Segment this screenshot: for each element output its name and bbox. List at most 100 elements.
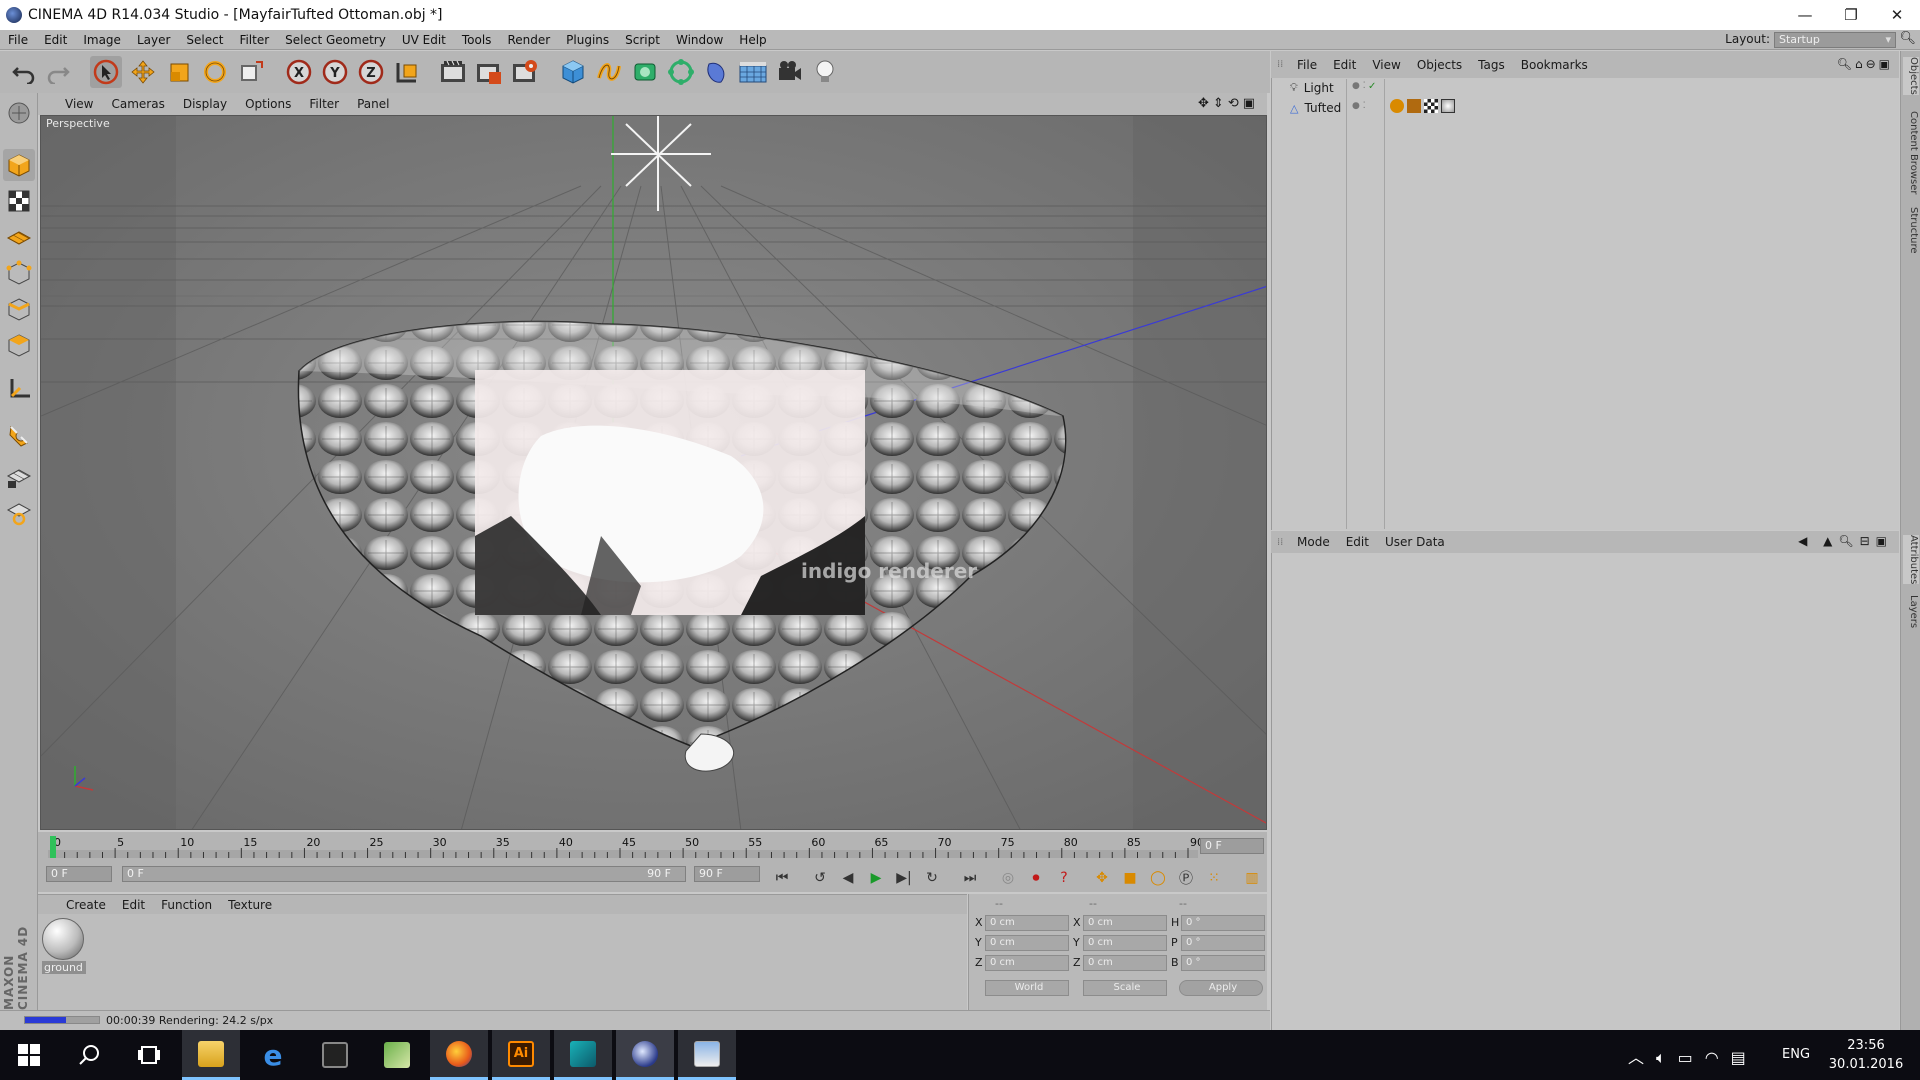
nurbs-icon[interactable]: [629, 56, 661, 88]
key-rotation-icon[interactable]: ◯: [1146, 866, 1170, 890]
auto-keying-icon[interactable]: ⏺: [1024, 866, 1048, 890]
viewport-navigation-icons[interactable]: ✥⇕⟲▣: [1198, 96, 1259, 111]
previous-frame-icon[interactable]: ◀: [836, 866, 860, 890]
viewport-menu-filter[interactable]: Filter: [300, 97, 348, 111]
rotate-icon[interactable]: [199, 56, 231, 88]
key-scale-icon[interactable]: ■: [1118, 866, 1142, 890]
terminal-icon[interactable]: [306, 1030, 364, 1080]
rotation-p-field[interactable]: 0 °: [1181, 935, 1265, 951]
viewport-menu-cameras[interactable]: Cameras: [102, 97, 173, 111]
scale-icon[interactable]: [163, 56, 195, 88]
object-menu-file[interactable]: File: [1289, 58, 1325, 72]
texture-mode-icon[interactable]: [3, 185, 35, 217]
illustrator-icon[interactable]: Ai: [492, 1030, 550, 1080]
move-icon[interactable]: [127, 56, 159, 88]
edges-mode-icon[interactable]: [3, 293, 35, 325]
next-frame-icon[interactable]: ▶|: [892, 866, 916, 890]
previous-key-icon[interactable]: ↺: [808, 866, 832, 890]
spline-icon[interactable]: [593, 56, 625, 88]
menu-file[interactable]: File: [0, 33, 36, 47]
apply-button[interactable]: Apply: [1179, 980, 1263, 996]
object-row-tufted[interactable]: △ Tufted: [1290, 101, 1341, 115]
size-z-field[interactable]: 0 cm: [1083, 955, 1167, 971]
playhead[interactable]: [50, 836, 56, 858]
layout-dropdown[interactable]: Startup: [1774, 32, 1896, 48]
attribute-menu-edit[interactable]: Edit: [1338, 535, 1377, 549]
coordinate-mode-dropdown[interactable]: Scale: [1083, 980, 1167, 996]
camera-icon[interactable]: [773, 56, 805, 88]
tab-attributes[interactable]: Attributes: [1903, 535, 1919, 585]
object-menu-view[interactable]: View: [1364, 58, 1408, 72]
material-menu-create[interactable]: Create: [58, 898, 114, 912]
render-region-icon[interactable]: [235, 56, 267, 88]
position-x-field[interactable]: 0 cm: [985, 915, 1069, 931]
position-z-field[interactable]: 0 cm: [985, 955, 1069, 971]
deformer-icon[interactable]: [701, 56, 733, 88]
light-icon[interactable]: [809, 56, 841, 88]
rotation-h-field[interactable]: 0 °: [1181, 915, 1265, 931]
tab-layers[interactable]: Layers: [1903, 595, 1919, 628]
menu-layer[interactable]: Layer: [129, 33, 178, 47]
viewport-menu-display[interactable]: Display: [174, 97, 236, 111]
viewport-menu-options[interactable]: Options: [236, 97, 300, 111]
timeline-ruler[interactable]: 0 5 10 15 20 25 30 35 40 45 50 55 60 65 70 75 80 85 90 0 F: [38, 832, 1267, 860]
play-forward-icon[interactable]: ▶: [864, 866, 888, 890]
object-menu-edit[interactable]: Edit: [1325, 58, 1364, 72]
coordinate-system-icon[interactable]: [391, 56, 423, 88]
viewport-menu-view[interactable]: View: [56, 97, 102, 111]
scene-floor-icon[interactable]: [737, 56, 769, 88]
firefox-icon[interactable]: [430, 1030, 488, 1080]
visibility-dots-icon[interactable]: ● ⁚: [1352, 101, 1366, 111]
tab-structure[interactable]: Structure: [1903, 207, 1919, 254]
workplane-lock-icon[interactable]: [3, 461, 35, 493]
cube-primitive-icon[interactable]: [557, 56, 589, 88]
snap-magnet-icon[interactable]: [3, 419, 35, 451]
key-parameter-icon[interactable]: Ⓟ: [1174, 866, 1198, 890]
menu-image[interactable]: Image: [75, 33, 129, 47]
menu-window[interactable]: Window: [668, 33, 731, 47]
preview-range-slider[interactable]: 0 F 90 F: [122, 866, 686, 882]
next-key-icon[interactable]: ↻: [920, 866, 944, 890]
task-view-icon[interactable]: [120, 1030, 178, 1080]
array-icon[interactable]: [665, 56, 697, 88]
object-menu-tags[interactable]: Tags: [1470, 58, 1513, 72]
keyframe-selection-icon[interactable]: ?: [1052, 866, 1076, 890]
clock[interactable]: 23:56 30.01.2016: [1824, 1036, 1908, 1074]
start-icon[interactable]: [0, 1030, 58, 1080]
workplane-rotate-icon[interactable]: [3, 497, 35, 529]
object-row-light[interactable]: 💡︎ Light: [1290, 81, 1334, 95]
current-frame-field[interactable]: 0 F: [1200, 838, 1264, 854]
size-x-field[interactable]: 0 cm: [1083, 915, 1167, 931]
photo-icon[interactable]: [368, 1030, 426, 1080]
edge-icon[interactable]: e: [244, 1030, 302, 1080]
make-editable-icon[interactable]: [3, 97, 35, 129]
points-mode-icon[interactable]: [3, 257, 35, 289]
render-picture-viewer-icon[interactable]: [473, 56, 505, 88]
attribute-menu-mode[interactable]: Mode: [1289, 535, 1338, 549]
texture-tag-icon[interactable]: [1424, 99, 1438, 113]
size-y-field[interactable]: 0 cm: [1083, 935, 1167, 951]
menu-plugins[interactable]: Plugins: [558, 33, 617, 47]
y-axis-icon[interactable]: Y: [319, 56, 351, 88]
search-icon[interactable]: [60, 1030, 118, 1080]
timeline-window-icon[interactable]: ▥: [1240, 866, 1264, 890]
material-menu-function[interactable]: Function: [153, 898, 220, 912]
perspective-viewport[interactable]: indigo renderer: [40, 115, 1267, 830]
minimize-button[interactable]: —: [1782, 0, 1828, 30]
menu-filter[interactable]: Filter: [231, 33, 277, 47]
menu-select[interactable]: Select: [178, 33, 231, 47]
axis-mode-icon[interactable]: [3, 373, 35, 405]
tab-content-browser[interactable]: Content Browser: [1903, 111, 1919, 194]
go-to-start-icon[interactable]: ⏮: [770, 866, 794, 890]
model-mode-icon[interactable]: [3, 149, 35, 181]
viewport-menu-panel[interactable]: Panel: [348, 97, 398, 111]
material-menu-texture[interactable]: Texture: [220, 898, 280, 912]
enabled-check-icon[interactable]: ✓: [1368, 81, 1376, 92]
picture-viewer-icon[interactable]: [678, 1030, 736, 1080]
undo-icon[interactable]: [8, 56, 40, 88]
menu-render[interactable]: Render: [499, 33, 558, 47]
record-keys-icon[interactable]: ◎: [996, 866, 1020, 890]
end-frame-field[interactable]: 90 F: [694, 866, 760, 882]
attribute-menu-user-data[interactable]: User Data: [1377, 535, 1453, 549]
edit-render-settings-icon[interactable]: [509, 56, 541, 88]
